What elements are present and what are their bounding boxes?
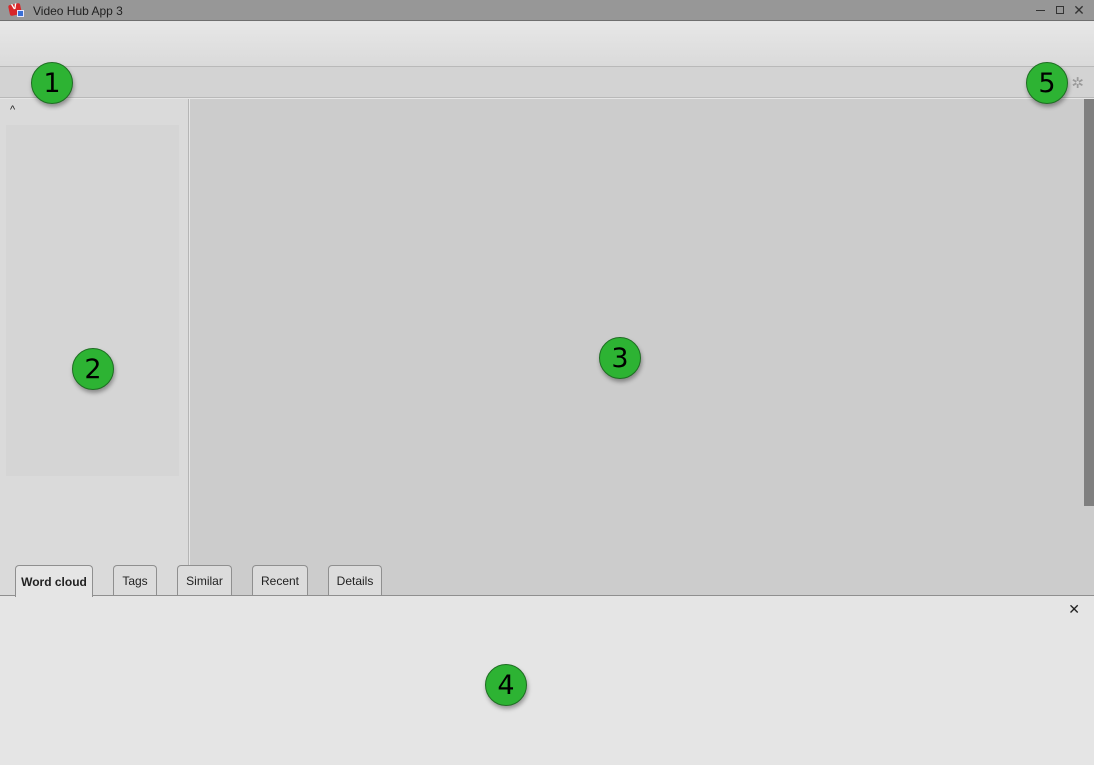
minimize-icon <box>1035 10 1045 11</box>
tab-tags[interactable]: Tags <box>113 565 157 596</box>
marker-2: 2 <box>72 348 114 390</box>
scrollbar[interactable] <box>1084 99 1094 565</box>
close-panel-icon[interactable]: ✕ <box>1068 601 1080 618</box>
marker-1: 1 <box>31 62 73 104</box>
gallery-area <box>190 99 1094 565</box>
chevron-up-icon[interactable]: ^ <box>10 104 15 116</box>
bottom-panel: ✕ <box>0 595 1094 765</box>
tab-recent[interactable]: Recent <box>252 565 308 596</box>
marker-5: 5 <box>1026 62 1068 104</box>
sidebar: ^ <box>0 99 189 565</box>
tab-details[interactable]: Details <box>328 565 382 596</box>
tab-word-cloud[interactable]: Word cloud <box>15 565 93 597</box>
app-logo-icon <box>7 2 25 18</box>
close-window-button[interactable]: ✕ <box>1069 0 1089 20</box>
bottom-tabs: Word cloud Tags Similar Recent Details <box>0 565 1094 597</box>
window-title: Video Hub App 3 <box>33 4 123 18</box>
top-toolbar <box>0 22 1094 67</box>
maximize-icon <box>1056 6 1064 14</box>
tab-similar[interactable]: Similar <box>177 565 232 596</box>
title-bar: Video Hub App 3 ✕ <box>0 0 1094 21</box>
maximize-button[interactable] <box>1050 0 1070 20</box>
secondary-toolbar: ✲ <box>0 67 1094 98</box>
settings-gear-icon[interactable]: ✲ <box>1071 74 1084 92</box>
marker-4: 4 <box>485 664 527 706</box>
marker-3: 3 <box>599 337 641 379</box>
sidebar-content <box>6 125 179 476</box>
scrollbar-thumb[interactable] <box>1084 99 1094 506</box>
close-icon: ✕ <box>1073 1 1085 18</box>
minimize-button[interactable] <box>1030 0 1050 20</box>
